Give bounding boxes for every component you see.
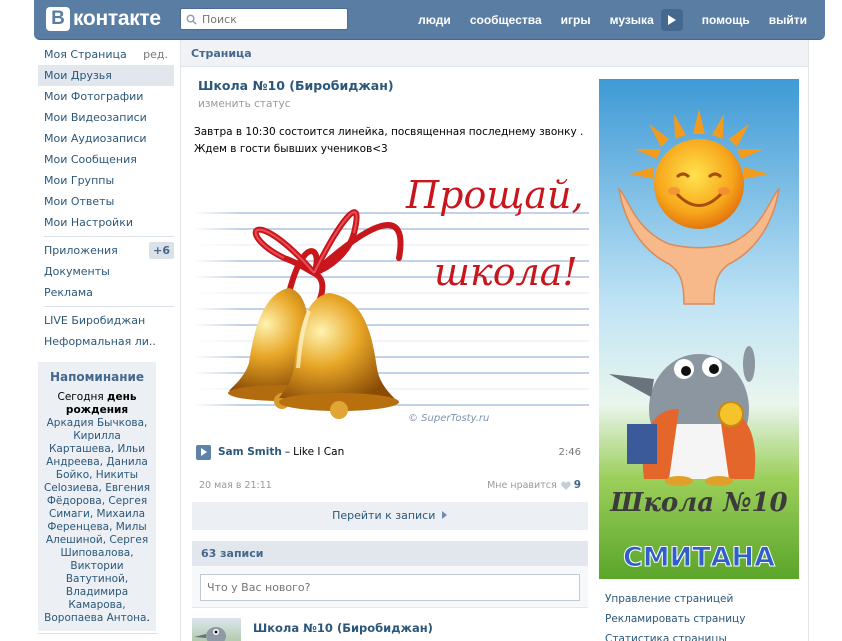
reminder-title: Напоминание	[49, 370, 145, 384]
vk-logo-icon: В	[46, 7, 70, 31]
music-play-button[interactable]	[660, 9, 683, 31]
new-post-box	[192, 566, 588, 608]
vk-logo-text: контакте	[73, 7, 161, 30]
image-caption-1: Прощай,	[405, 173, 584, 217]
audio-dash: –	[284, 446, 291, 458]
top-nav: люди сообщества игры музыка помощь выйти	[399, 0, 807, 40]
sidebar-bottom-divider	[38, 633, 158, 634]
like-count: 9	[573, 479, 581, 491]
sidebar-item-videos[interactable]: Мои Видеозаписи	[38, 107, 174, 128]
search-box[interactable]	[180, 8, 348, 30]
search-icon	[186, 14, 197, 25]
like-label: Мне нравится	[487, 479, 557, 491]
apps-count-badge[interactable]: +6	[149, 242, 174, 259]
image-watermark: © SuperTosty.ru	[408, 413, 489, 424]
image-caption-2: школа!	[434, 250, 578, 294]
sidebar-item-documents[interactable]: Документы	[38, 261, 174, 282]
audio-artist[interactable]: Sam Smith	[218, 446, 282, 458]
sidebar-item-photos[interactable]: Мои Фотографии	[38, 86, 174, 107]
post-date[interactable]: 20 мая в 21:11	[199, 480, 272, 491]
post-image[interactable]: Прощай, школа! © SuperTosty.ru	[194, 163, 589, 425]
page-actions: Управление страницей Рекламировать стран…	[605, 590, 745, 641]
crow-thumbnail-icon	[194, 627, 226, 641]
nav-games[interactable]: игры	[561, 13, 591, 27]
wall-post-author[interactable]: Школа №10 (Биробиджан)	[253, 621, 433, 635]
sidebar-item-answers[interactable]: Мои Ответы	[38, 191, 174, 212]
nav-logout[interactable]: выйти	[769, 13, 807, 27]
play-icon	[667, 15, 676, 25]
play-icon	[200, 448, 207, 456]
vk-logo[interactable]: В контакте	[46, 7, 161, 31]
main-content: Страница Школа №10 (Биробиджан) изменить…	[180, 40, 809, 641]
sidebar-item-label: Моя Страница	[44, 48, 127, 61]
audio-title: Like I Can	[293, 446, 345, 458]
search-input[interactable]	[202, 12, 342, 26]
go-to-post-button[interactable]: Перейти к записи	[192, 502, 588, 530]
page-stats-link[interactable]: Статистика страницы	[605, 630, 745, 641]
sidebar-item-groups[interactable]: Мои Группы	[38, 170, 174, 191]
audio-play-button[interactable]	[196, 444, 211, 460]
like-button[interactable]: Мне нравится 9	[487, 479, 581, 491]
sidebar-item-label: Приложения	[44, 244, 118, 257]
left-sidebar: Моя Страница ред. Мои Друзья Мои Фотогра…	[38, 44, 174, 631]
wall-header[interactable]: 63 записи	[192, 541, 588, 566]
sidebar-item-my-page[interactable]: Моя Страница ред.	[38, 44, 174, 65]
sidebar-divider	[44, 306, 174, 307]
sidebar-item-messages[interactable]: Мои Сообщения	[38, 149, 174, 170]
avatar-subtitle: СМИТАНА	[623, 542, 775, 573]
chevron-right-icon	[441, 511, 447, 519]
manage-page-link[interactable]: Управление страницей	[605, 590, 745, 610]
change-status-link[interactable]: изменить статус	[198, 98, 291, 110]
reminder-body: Сегодня день рождения Аркадия Бычкова, К…	[42, 391, 152, 625]
group-title: Школа №10 (Биробиджан)	[198, 78, 394, 93]
school-sun-crow-image: Школа №10 СМИТАНА	[599, 79, 799, 579]
sidebar-item-apps[interactable]: Приложения +6	[38, 240, 174, 261]
advertise-page-link[interactable]: Рекламировать страницу	[605, 610, 745, 630]
page-heading: Страница	[181, 40, 808, 67]
new-post-input[interactable]	[200, 574, 580, 601]
go-to-post-label: Перейти к записи	[332, 509, 436, 522]
nav-communities[interactable]: сообщества	[470, 13, 542, 27]
sidebar-item-ads[interactable]: Реклама	[38, 282, 174, 303]
birthday-reminder: Напоминание Сегодня день рождения Аркади…	[38, 362, 156, 631]
nav-help[interactable]: помощь	[702, 13, 750, 27]
nav-people[interactable]: люди	[418, 13, 451, 27]
sidebar-item-audio[interactable]: Мои Аудиозаписи	[38, 128, 174, 149]
reminder-prefix: Сегодня	[57, 391, 107, 403]
audio-duration: 2:46	[558, 446, 581, 458]
group-avatar[interactable]: Школа №10 СМИТАНА	[599, 79, 799, 579]
status-post-text: Завтра в 10:30 состоится линейка, посвящ…	[194, 126, 584, 155]
sidebar-item-friends[interactable]: Мои Друзья	[38, 65, 174, 86]
wall-post: Школа №10 (Биробиджан)	[192, 618, 588, 641]
reminder-suffix: .	[146, 612, 150, 624]
avatar-title: Школа №10	[609, 488, 787, 518]
farewell-bells-illustration: Прощай, школа! © SuperTosty.ru	[194, 163, 589, 425]
sidebar-divider	[44, 236, 174, 237]
birthday-names[interactable]: Аркадия Бычкова, Кирилла Карташева, Ильи…	[44, 417, 150, 624]
heart-icon	[560, 481, 571, 490]
nav-music[interactable]: музыка	[610, 13, 654, 27]
top-header: В контакте люди сообщества игры музыка п…	[34, 0, 825, 40]
edit-link[interactable]: ред.	[143, 44, 168, 65]
sidebar-item-settings[interactable]: Мои Настройки	[38, 212, 174, 233]
wall-post-author-avatar[interactable]	[192, 618, 241, 641]
audio-attachment: Sam Smith – Like I Can 2:46	[196, 443, 581, 461]
sidebar-item-informal[interactable]: Неформальная ли..	[38, 331, 174, 352]
sidebar-item-live-birobidzhan[interactable]: LIVE Биробиджан	[38, 310, 174, 331]
